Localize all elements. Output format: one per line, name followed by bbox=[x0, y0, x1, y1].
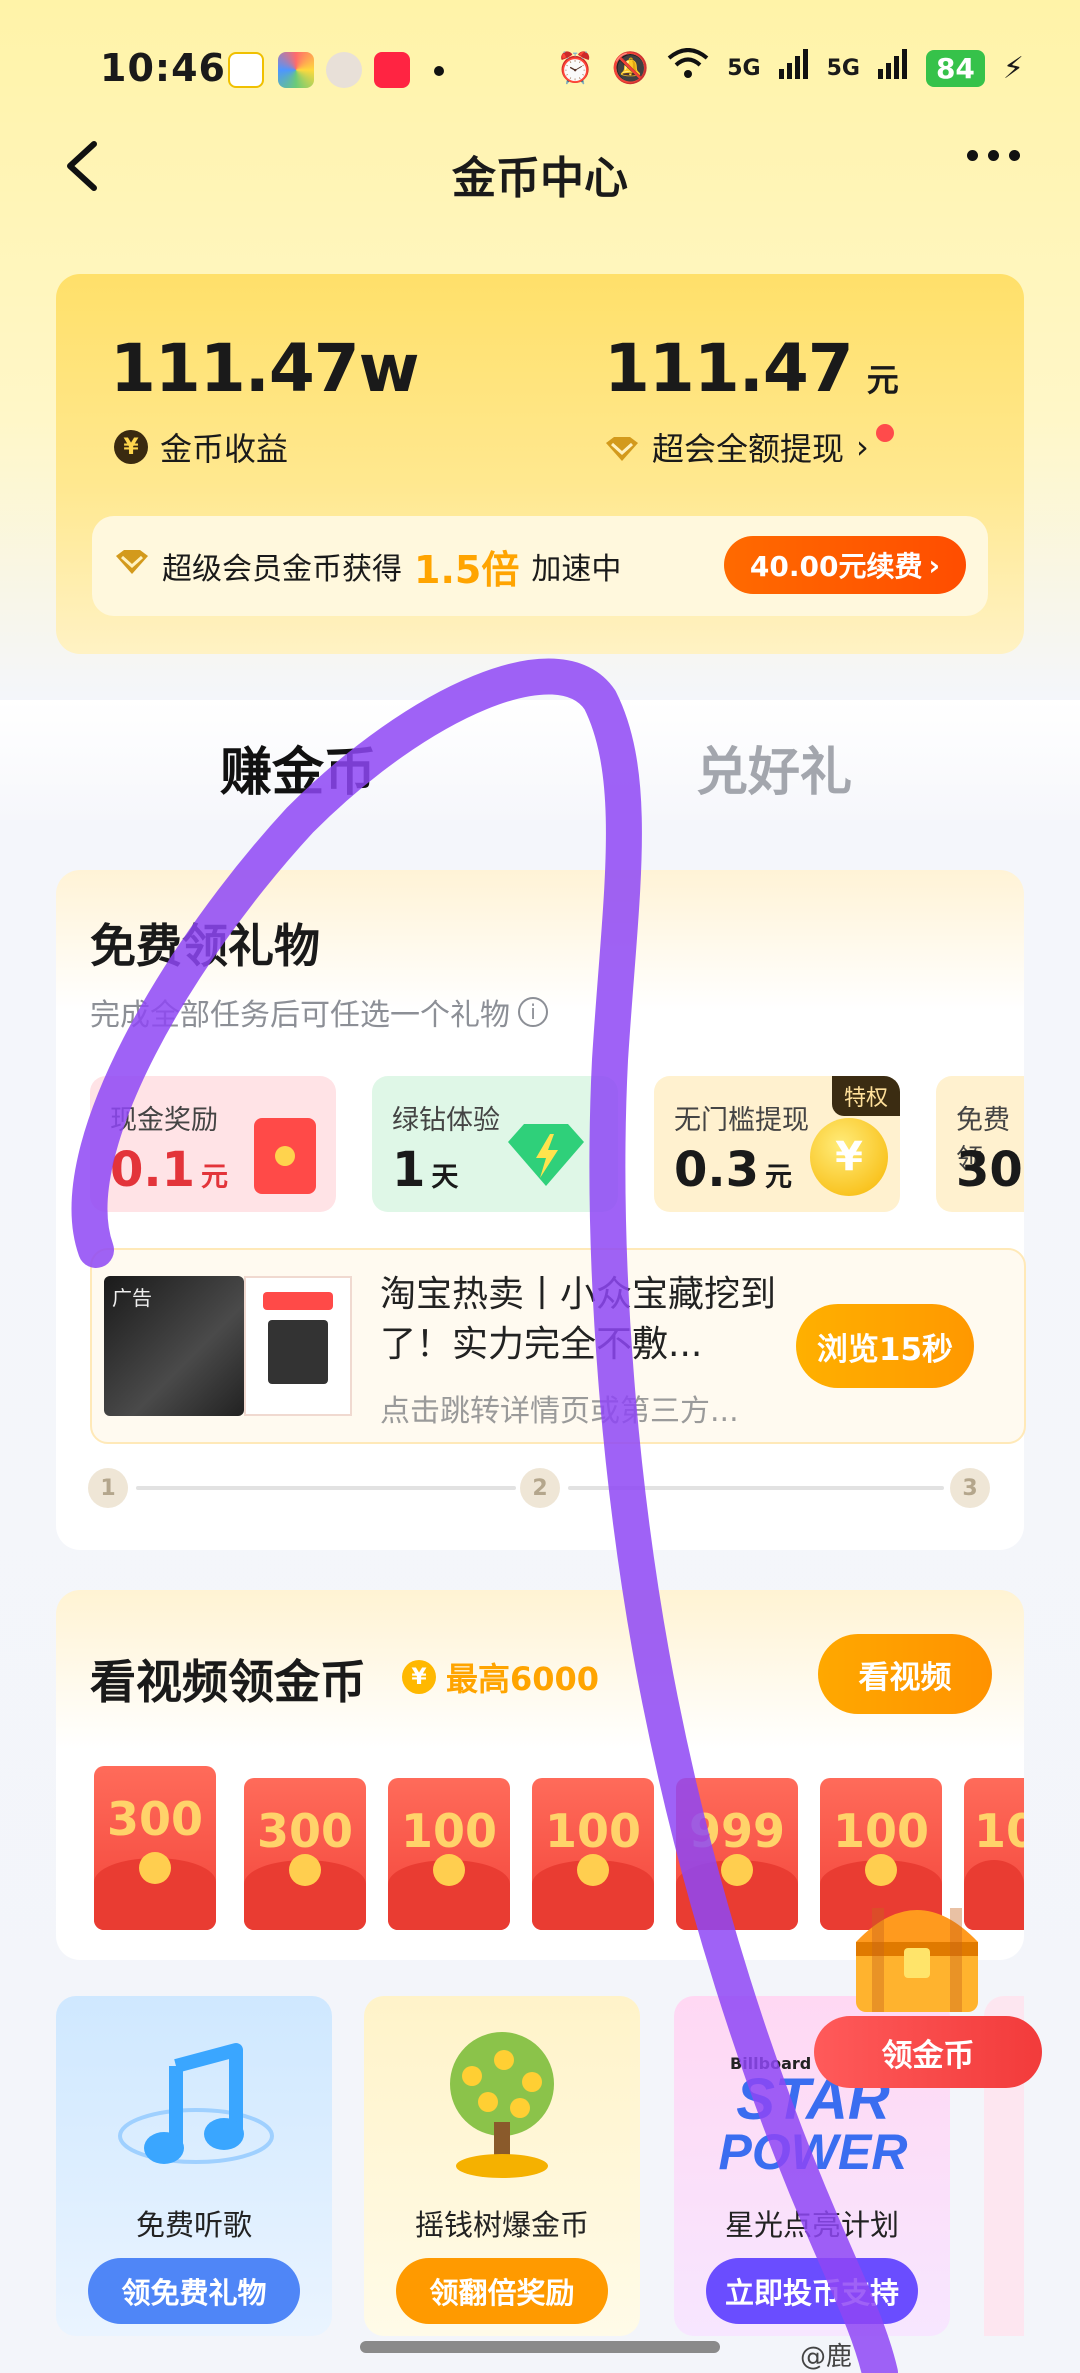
home-indicator[interactable] bbox=[360, 2341, 720, 2353]
status-time: 10:46 bbox=[100, 46, 226, 90]
photos-icon bbox=[278, 52, 314, 88]
reward-value: 0.3 元 bbox=[674, 1142, 793, 1198]
signal-bars-2-icon bbox=[877, 49, 908, 87]
crown-diamond-icon bbox=[114, 548, 150, 584]
wifi-icon bbox=[667, 48, 709, 88]
video-envelope[interactable]: 999 bbox=[676, 1778, 798, 1930]
chevron-right-icon: › bbox=[928, 548, 940, 582]
step-1: 1 bbox=[88, 1468, 128, 1508]
cash-value: 111.47 bbox=[604, 330, 854, 407]
reward-free[interactable]: 免费领 30 bbox=[936, 1076, 1024, 1212]
tab-earn-coins[interactable]: 赚金币 bbox=[220, 730, 376, 805]
more-button[interactable] bbox=[967, 150, 1020, 161]
treasure-chest-icon[interactable] bbox=[842, 1888, 992, 2018]
reward-label: 现金奖励 bbox=[110, 1105, 218, 1136]
step-3: 3 bbox=[950, 1468, 990, 1508]
ad-title: 淘宝热卖丨小众宝藏挖到了！实力完全不敷... bbox=[380, 1274, 777, 1365]
avatar-icon bbox=[326, 52, 362, 88]
alarm-icon: ⏰ bbox=[556, 50, 594, 86]
reward-value: 30 bbox=[956, 1142, 1023, 1198]
member-text-prefix: 超级会员金币获得 bbox=[162, 552, 402, 587]
max-reward-badge: ¥ 最高6000 bbox=[402, 1654, 599, 1700]
star-power-poster: STAR POWER bbox=[718, 2067, 908, 2180]
tabs-bar bbox=[0, 700, 1080, 820]
info-icon[interactable]: i bbox=[518, 997, 548, 1027]
ad-subtitle: 点击跳转详情页或第三方... bbox=[380, 1394, 739, 1429]
chevron-right-icon: › bbox=[856, 428, 869, 466]
red-envelope-icon bbox=[254, 1118, 316, 1194]
money-tree-icon bbox=[422, 2026, 582, 2190]
gift-section-title: 免费领礼物 bbox=[90, 919, 320, 973]
cash-unit: 元 bbox=[866, 361, 899, 399]
coins-label-row: ¥ 金币收益 bbox=[114, 424, 288, 470]
cash-label: 超会全额提现 bbox=[652, 430, 845, 468]
reward-value: 0.1 元 bbox=[110, 1142, 229, 1198]
step-line bbox=[568, 1486, 944, 1490]
video-envelope[interactable]: 300 bbox=[244, 1778, 366, 1930]
gold-coin-icon: ¥ bbox=[402, 1660, 436, 1694]
signal-bars-1-icon bbox=[778, 49, 809, 87]
tab-redeem-gifts[interactable]: 兑好礼 bbox=[696, 730, 852, 805]
charging-icon: ⚡ bbox=[1002, 50, 1024, 86]
yen-coin-icon: ¥ bbox=[114, 430, 148, 464]
renew-label: 40.00元续费 bbox=[749, 550, 923, 583]
gift-section-subtitle: 完成全部任务后可任选一个礼物 i bbox=[90, 990, 548, 1034]
step-line bbox=[136, 1486, 516, 1490]
member-text-suffix: 加速中 bbox=[531, 552, 622, 587]
music-note-icon bbox=[116, 2036, 276, 2190]
feature-button[interactable]: 领免费礼物 bbox=[88, 2258, 300, 2324]
reward-cash[interactable]: 现金奖励 0.1 元 bbox=[90, 1076, 336, 1212]
cash-withdraw-link[interactable]: 超会全额提现 › bbox=[604, 424, 869, 470]
weibo-icon bbox=[228, 52, 264, 88]
mute-icon: 🔕 bbox=[611, 50, 650, 86]
max-reward-label: 最高6000 bbox=[446, 1660, 600, 1698]
signal-2: 5G bbox=[826, 55, 860, 81]
coins-label: 金币收益 bbox=[160, 430, 289, 468]
feature-label: 摇钱树爆金币 bbox=[414, 2208, 589, 2242]
battery-level: 84 bbox=[925, 49, 985, 87]
step-2: 2 bbox=[520, 1468, 560, 1508]
video-envelope[interactable]: 300 bbox=[94, 1766, 216, 1930]
feature-free-music[interactable]: 免费听歌 领免费礼物 bbox=[56, 1996, 332, 2336]
feature-button[interactable]: 立即投币支持 bbox=[706, 2258, 918, 2324]
reward-no-threshold[interactable]: 无门槛提现 0.3 元 特权 ¥ bbox=[654, 1076, 900, 1212]
feature-money-tree[interactable]: 摇钱树爆金币 领翻倍奖励 bbox=[364, 1996, 640, 2336]
member-bar: 超级会员金币获得 1.5倍 加速中 40.00元续费 › bbox=[92, 516, 988, 616]
reward-green-diamond[interactable]: 绿钻体验 1天 bbox=[372, 1076, 618, 1212]
renew-button[interactable]: 40.00元续费 › bbox=[723, 536, 966, 594]
reward-label: 无门槛提现 bbox=[674, 1105, 809, 1136]
video-envelope[interactable]: 100 bbox=[388, 1778, 510, 1930]
video-envelope[interactable]: 100 bbox=[532, 1778, 654, 1930]
privilege-badge: 特权 bbox=[831, 1076, 900, 1116]
xiaohongshu-icon bbox=[374, 52, 410, 88]
signal-1: 5G bbox=[727, 55, 761, 81]
status-right: ⏰ 🔕 5G 5G 84 ⚡ bbox=[556, 48, 1024, 88]
new-dot bbox=[876, 424, 894, 442]
watch-video-button[interactable]: 看视频 bbox=[818, 1634, 992, 1714]
notification-dot bbox=[434, 66, 444, 76]
feature-button[interactable]: 领翻倍奖励 bbox=[396, 2258, 608, 2324]
coins-value: 111.47w bbox=[110, 330, 420, 407]
get-coins-button[interactable]: 领金币 bbox=[814, 2016, 1042, 2088]
page-title: 金币中心 bbox=[452, 153, 628, 204]
member-multiplier: 1.5倍 bbox=[414, 547, 520, 592]
feature-label: 免费听歌 bbox=[135, 2208, 252, 2242]
gift-subtitle-text: 完成全部任务后可任选一个礼物 bbox=[90, 998, 510, 1033]
diamond-icon bbox=[604, 433, 640, 461]
gold-coin-icon: ¥ bbox=[810, 1118, 888, 1196]
feature-label: 星光点亮计划 bbox=[724, 2208, 899, 2242]
video-section-title: 看视频领金币 bbox=[90, 1655, 366, 1709]
browse-button[interactable]: 浏览15秒 bbox=[796, 1304, 974, 1388]
ad-product-image-2 bbox=[244, 1276, 352, 1416]
reward-label: 绿钻体验 bbox=[392, 1105, 500, 1136]
reward-value: 1天 bbox=[392, 1142, 459, 1198]
ad-tag: 广告 bbox=[112, 1286, 152, 1310]
cash-row: 111.47 元 bbox=[604, 330, 899, 407]
green-diamond-icon bbox=[504, 1120, 588, 1194]
weibo-watermark: @鹿 bbox=[800, 2342, 853, 2372]
